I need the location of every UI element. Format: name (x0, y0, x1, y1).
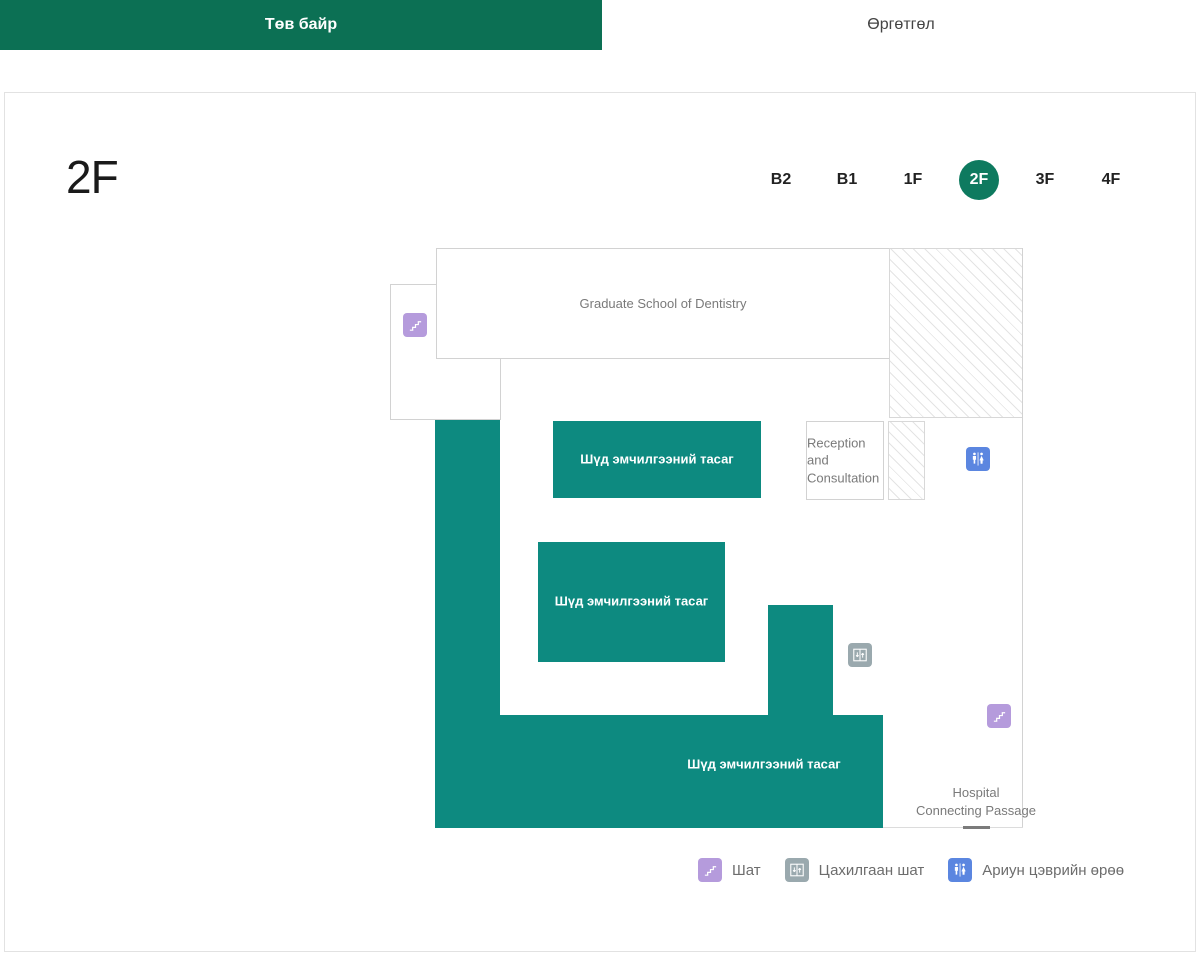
tab-main-building[interactable]: Төв байр (0, 0, 602, 50)
legend-item-stairs-label: Шат (732, 861, 761, 879)
restroom-icon[interactable] (966, 447, 990, 471)
map-room-dental-dept-1-label: Шүд эмчилгээний тасаг (580, 451, 734, 467)
map-label-hospital-passage-line1: Hospital (952, 785, 1000, 800)
floor-button-1f[interactable]: 1F (880, 160, 946, 200)
legend-item-elevator-label: Цахилгаан шат (818, 861, 925, 879)
map-room-dental-dept-2-label: Шүд эмчилгээний тасаг (554, 593, 709, 609)
map-room-reception-label-line2: Consultation (807, 470, 880, 486)
map-room-reception-label-line1: Reception and (807, 435, 866, 468)
floor-button-4f[interactable]: 4F (1078, 160, 1144, 200)
restroom-icon (948, 858, 973, 882)
stairs-icon (698, 858, 722, 882)
legend-item-elevator: Цахилгаан шат (784, 858, 925, 882)
floor-button-2f[interactable]: 2F (946, 160, 1012, 200)
elevator-icon (784, 858, 809, 882)
floor-button-4f-label: 4F (1101, 171, 1121, 188)
map-label-hospital-passage-line2: Connecting Passage (916, 802, 1036, 818)
stairs-icon-passage[interactable] (987, 704, 1011, 728)
floor-button-1f-label: 1F (903, 171, 923, 188)
map-legend: Шат Цахилгаан шат Ариун цэврийн өрөө (698, 858, 1148, 882)
map-outer-wall-right (1022, 248, 1023, 828)
building-tabbar: Төв байр Өргөтгөл (0, 0, 1200, 50)
map-room-graduate-school[interactable]: Graduate School of Dentistry (436, 248, 890, 359)
floor-button-3f-label: 3F (1035, 171, 1055, 188)
legend-item-restroom-label: Ариун цэврийн өрөө (982, 861, 1125, 879)
map-room-dental-dept-1[interactable]: Шүд эмчилгээний тасаг (553, 421, 761, 498)
floor-button-b1-label: B1 (836, 171, 858, 188)
map-room-reception[interactable]: Reception and Consultation (806, 421, 884, 500)
legend-item-restroom: Ариун цэврийн өрөө (948, 858, 1124, 882)
map-room-dental-dept-3-label: Шүд эмчилгээний тасаг (687, 756, 841, 772)
floor-button-3f[interactable]: 3F (1012, 160, 1078, 200)
map-room-reception-label: Reception and Consultation (805, 434, 883, 487)
legend-item-stairs: Шат (698, 858, 761, 882)
map-room-dental-dept-stub[interactable] (768, 605, 833, 720)
map-entrance-marker (963, 826, 990, 829)
map-room-dental-dept-3[interactable]: Шүд эмчилгээний тасаг (435, 715, 883, 828)
stairs-icon[interactable] (403, 313, 427, 337)
map-hatched-area-lower (888, 421, 925, 500)
floor-button-b2[interactable]: B2 (748, 160, 814, 200)
map-room-graduate-school-label: Graduate School of Dentistry (579, 295, 747, 311)
map-room-dental-dept-2[interactable]: Шүд эмчилгээний тасаг (538, 542, 725, 662)
floor-button-b1[interactable]: B1 (814, 160, 880, 200)
floor-button-b2-label: B2 (770, 171, 792, 188)
floor-button-2f-label: 2F (959, 160, 999, 200)
floor-selector: B2 B1 1F 2F 3F 4F (748, 160, 1144, 200)
map-hatched-area-upper (889, 248, 1023, 418)
page-title: 2F (66, 151, 119, 203)
tab-annex-building[interactable]: Өргөтгөл (602, 0, 1200, 50)
map-label-hospital-passage: Hospital Connecting Passage (900, 784, 1052, 819)
elevator-icon[interactable] (848, 643, 872, 667)
map-outer-wall-bottom (883, 827, 1023, 828)
